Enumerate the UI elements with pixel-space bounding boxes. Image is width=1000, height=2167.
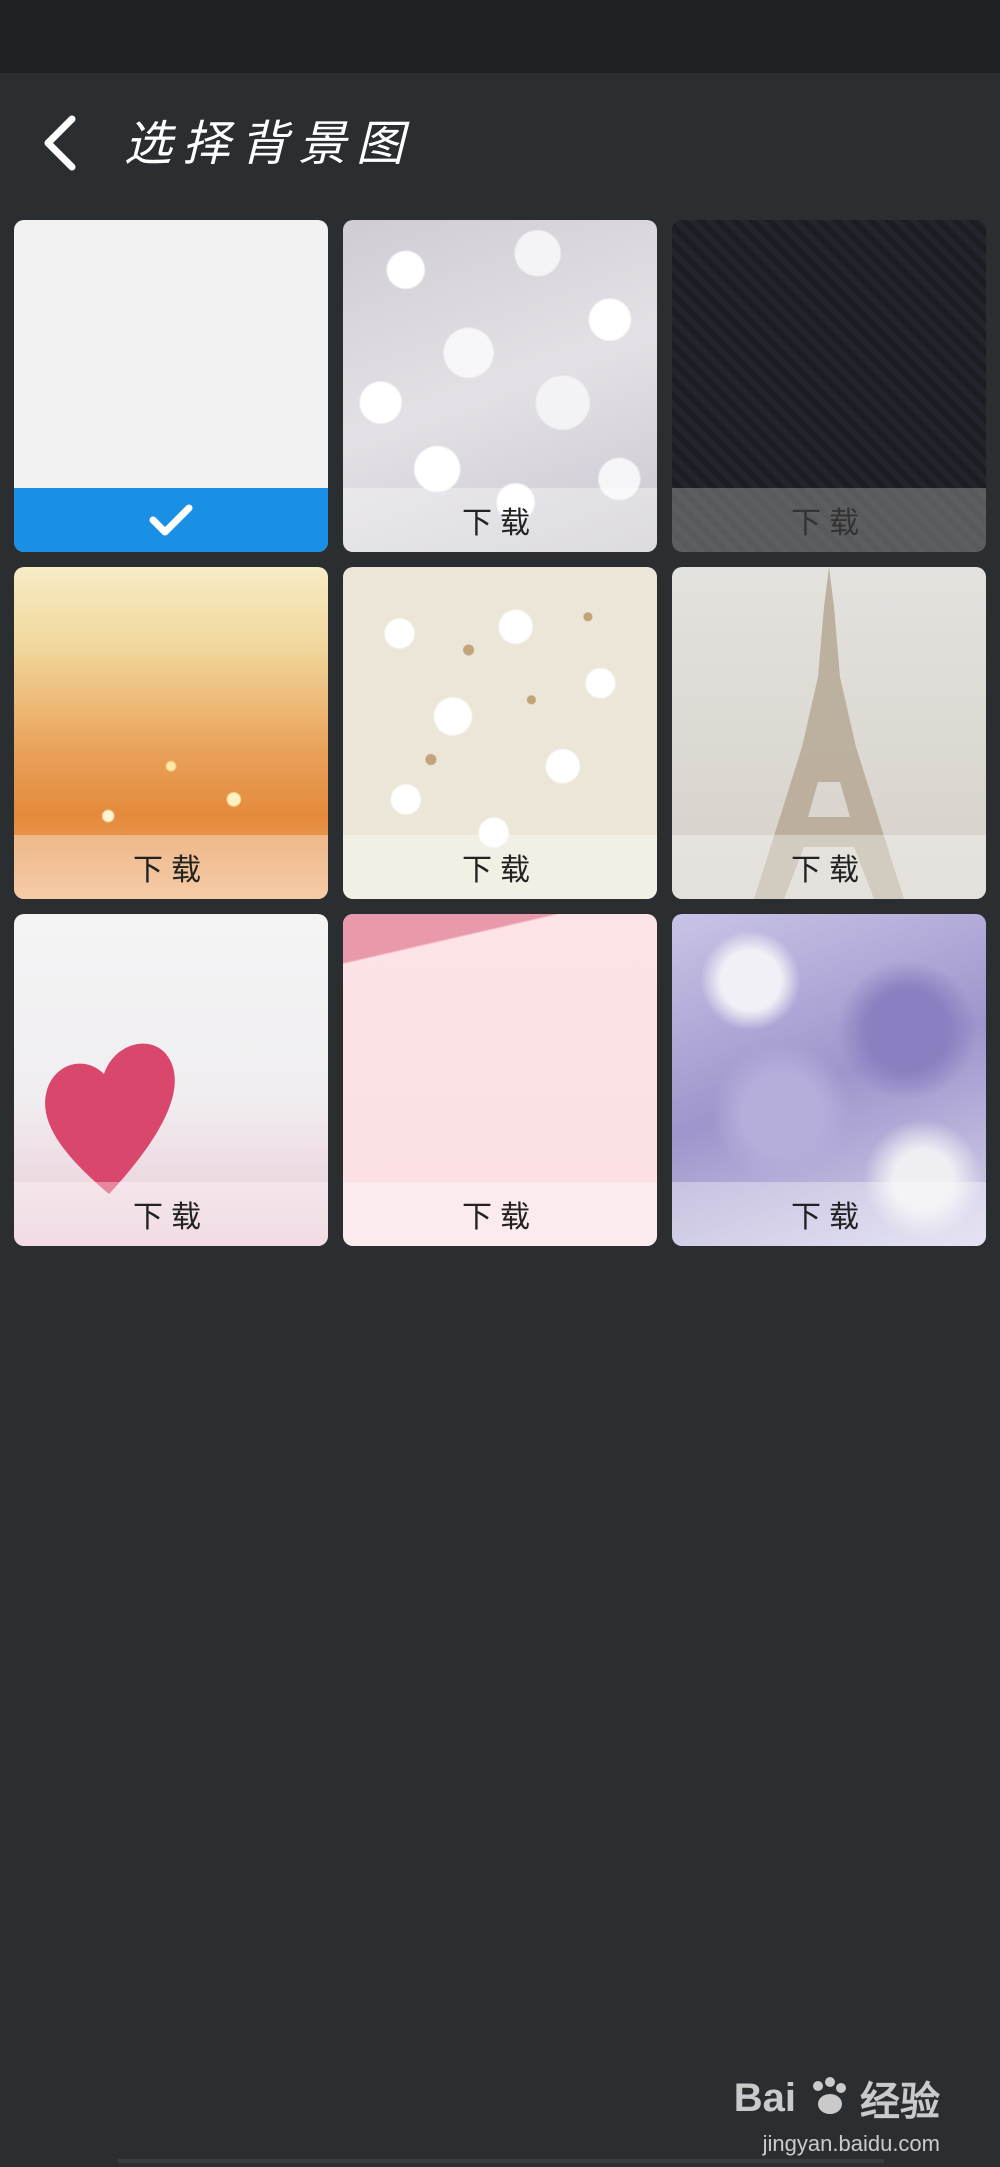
page-title: 选择背景图 [124,116,415,172]
background-tile-carbon[interactable]: 下载 [672,220,986,552]
baidu-watermark: Bai 经验 jingyan.baidu.com [733,2069,940,2157]
background-tile-bokeh[interactable]: 下载 [343,220,657,552]
background-tile-glitter[interactable]: 下载 [14,567,328,899]
selected-bar [14,488,328,552]
paw-icon [813,2077,846,2114]
back-button[interactable] [28,103,92,183]
background-tile-leaves[interactable]: 下载 [343,567,657,899]
background-tile-raindrops[interactable]: 下载 [672,914,986,1246]
bottom-divider [118,2159,884,2163]
watermark-brand: Bai [733,2075,796,2120]
watermark-url: jingyan.baidu.com [762,2131,940,2156]
download-button[interactable]: 下载 [14,1182,328,1246]
watermark-brand-suffix: 经验 [860,2080,940,2124]
download-button[interactable]: 下载 [672,1182,986,1246]
download-button[interactable]: 下载 [343,1182,657,1246]
background-tile-plain[interactable] [14,220,328,552]
download-button[interactable]: 下载 [343,488,657,552]
download-button[interactable]: 下载 [672,488,986,552]
app-header: 选择背景图 [0,73,1000,213]
download-button[interactable]: 下载 [14,835,328,899]
background-tile-heart[interactable]: 下载 [14,914,328,1246]
check-icon [149,504,193,536]
background-tile-eiffel[interactable]: 下载 [672,567,986,899]
chevron-left-icon [44,115,76,171]
download-button[interactable]: 下载 [343,835,657,899]
status-bar [0,0,1000,73]
download-button[interactable]: 下载 [672,835,986,899]
background-tile-pink[interactable]: 下载 [343,914,657,1246]
